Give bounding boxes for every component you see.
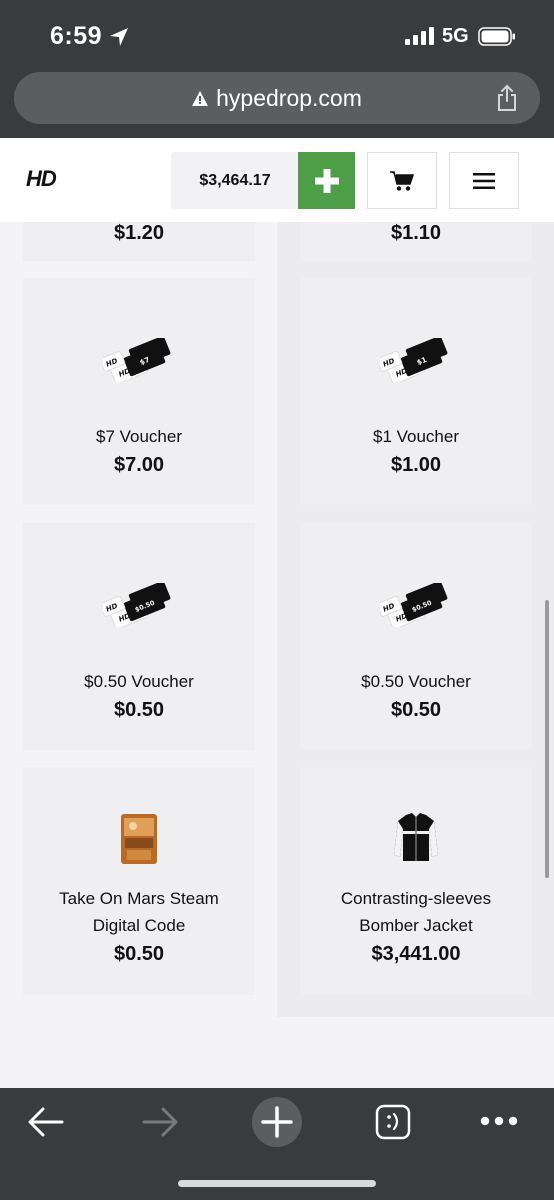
status-time: 6:59 — [50, 22, 103, 50]
product-price: $0.50 — [113, 699, 165, 721]
product-price: $1.10 — [390, 222, 442, 244]
hamburger-menu-icon — [473, 172, 495, 189]
product-card[interactable]: Contrasting-sleeves Bomber Jacket $3,441… — [300, 767, 532, 995]
product-name: $7 Voucher — [95, 427, 182, 446]
location-arrow-icon — [110, 28, 128, 46]
warning-icon — [192, 90, 209, 106]
scrollbar-thumb[interactable] — [545, 600, 549, 878]
product-name: $0.50 Voucher — [84, 672, 194, 691]
more-dots-icon[interactable] — [480, 1116, 518, 1126]
jacket-image — [394, 813, 438, 861]
product-card[interactable]: $1.10 — [300, 222, 532, 261]
tabs-icon[interactable] — [375, 1104, 411, 1140]
balance-amount: $3,464.17 — [199, 171, 271, 189]
product-card[interactable]: HD $7 HD $7 Voucher $7.00 — [23, 278, 255, 505]
browser-top-chrome: 6:59 5G hypedrop.com — [0, 0, 554, 138]
product-price: $1.20 — [113, 222, 165, 244]
product-name: Bomber Jacket — [359, 916, 473, 935]
new-tab-plus-icon[interactable] — [251, 1096, 303, 1148]
voucher-image: HD $1 HD — [380, 338, 448, 382]
product-price: $1.00 — [390, 454, 442, 476]
product-name: Contrasting-sleeves — [340, 889, 492, 908]
add-funds-button[interactable] — [298, 152, 355, 209]
cart-icon — [390, 170, 414, 191]
cart-button[interactable] — [367, 152, 437, 209]
balance-display[interactable]: $3,464.17 — [171, 152, 299, 209]
site-logo[interactable]: HD — [26, 166, 57, 192]
voucher-image: HD $7 HD — [103, 338, 171, 382]
url-text: hypedrop.com — [216, 84, 362, 111]
product-name: $1 Voucher — [372, 427, 459, 446]
product-card[interactable]: HD $0.50 HD $0.50 Voucher $0.50 — [23, 523, 255, 750]
menu-button[interactable] — [449, 152, 519, 209]
home-indicator[interactable] — [178, 1180, 376, 1187]
product-card[interactable]: Take On Mars Steam Digital Code $0.50 — [23, 767, 255, 995]
plus-icon — [314, 168, 339, 193]
product-grid: $1.20 $1.10 HD $7 HD $7 Voucher $7.00 HD — [0, 222, 554, 1088]
address-bar[interactable]: hypedrop.com — [14, 72, 540, 124]
product-card[interactable]: HD $0.50 HD $0.50 Voucher $0.50 — [300, 523, 532, 750]
product-card[interactable]: $1.20 — [23, 222, 255, 261]
status-bar: 6:59 5G — [0, 0, 554, 72]
product-price: $7.00 — [113, 454, 165, 476]
game-cover-image — [121, 814, 157, 864]
product-price: $3,441.00 — [371, 943, 461, 965]
battery-icon — [478, 27, 515, 46]
network-type: 5G — [442, 25, 469, 47]
product-name: Digital Code — [92, 916, 186, 935]
product-card[interactable]: HD $1 HD $1 Voucher $1.00 — [300, 278, 532, 505]
site-header: HD $3,464.17 — [0, 138, 554, 222]
voucher-image: HD $0.50 HD — [380, 583, 448, 627]
product-name: Take On Mars Steam — [59, 889, 219, 908]
product-price: $0.50 — [113, 943, 165, 965]
product-price: $0.50 — [390, 699, 442, 721]
product-name: $0.50 Voucher — [361, 672, 471, 691]
forward-arrow-icon[interactable] — [142, 1106, 178, 1138]
share-icon[interactable] — [496, 84, 518, 112]
voucher-image: HD $0.50 HD — [103, 583, 171, 627]
back-arrow-icon[interactable] — [28, 1106, 64, 1138]
signal-icon — [405, 27, 434, 45]
